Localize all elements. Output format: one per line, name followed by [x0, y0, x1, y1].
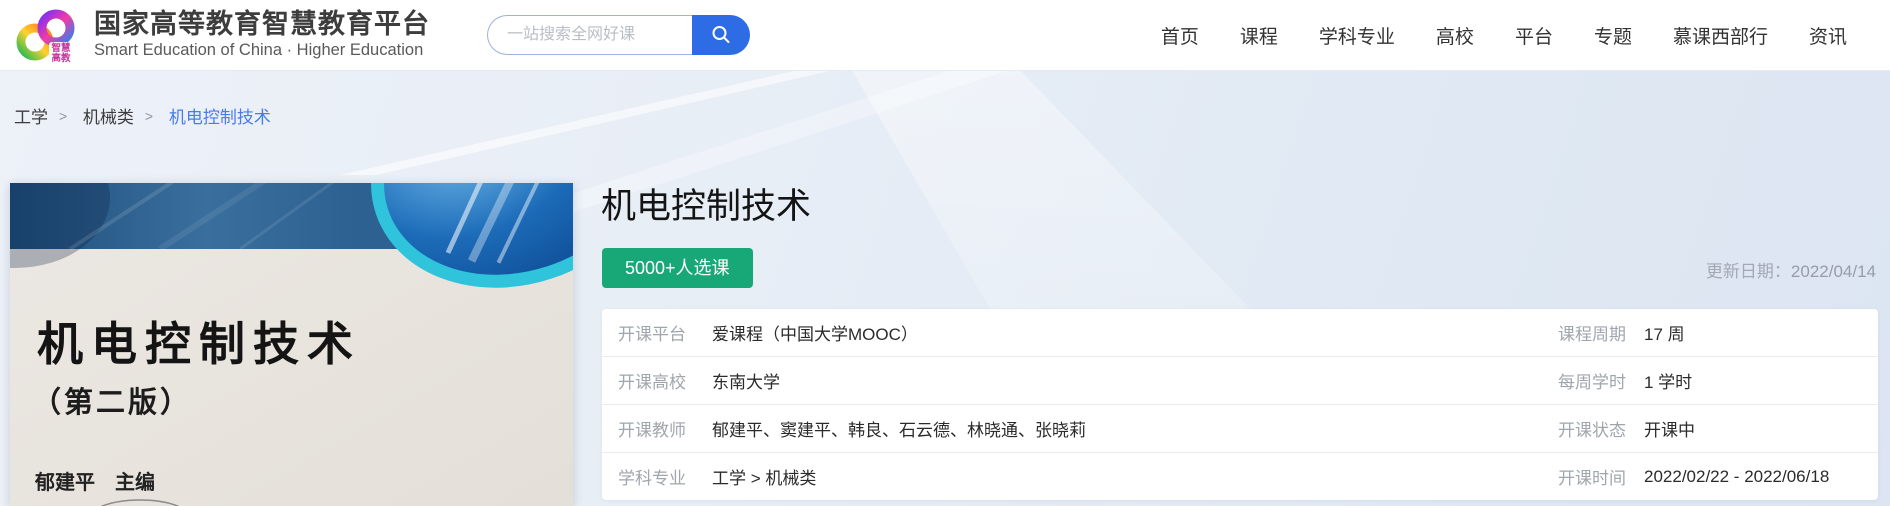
site-logo[interactable]: 智慧 高教	[13, 6, 91, 64]
cover-edition: （第二版）	[32, 379, 192, 421]
info-label: 开课高校	[618, 368, 690, 393]
nav-item[interactable]: 平台	[1515, 22, 1553, 49]
course-info-card: 开课平台 爱课程（中国大学MOOC） 课程周期 17 周 开课高校 东南大学 每…	[602, 309, 1878, 500]
info-label: 每周学时	[1558, 368, 1626, 393]
search-bar	[487, 15, 750, 55]
breadcrumb-item: 机电控制技术 >	[169, 103, 271, 128]
nav-item[interactable]: 专题	[1594, 22, 1632, 49]
cover-author: 郁建平 主编	[35, 466, 155, 495]
update-date-value: 2022/04/14	[1791, 262, 1876, 281]
logo-badge-text: 高教	[51, 52, 71, 64]
main-nav: 首页 课程 学科专业 高校 平台 专题 慕课西部行 资讯	[1161, 0, 1847, 70]
course-title: 机电控制技术	[601, 178, 811, 229]
breadcrumb-link[interactable]: 机电控制技术	[169, 103, 271, 128]
breadcrumb-item: 工学 >	[14, 103, 78, 128]
cover-title: 机电控制技术	[37, 308, 361, 374]
enroll-count-badge: 5000+人选课	[602, 248, 753, 288]
site-subtitle: Smart Education of China · Higher Educat…	[94, 40, 430, 61]
info-row: 开课平台 爱课程（中国大学MOOC） 课程周期 17 周	[602, 309, 1878, 357]
breadcrumb-link[interactable]: 机械类	[83, 103, 134, 128]
search-button[interactable]	[692, 15, 750, 55]
info-value: 东南大学	[712, 368, 1558, 393]
info-value: 爱课程（中国大学MOOC）	[712, 320, 1558, 345]
info-row: 学科专业 工学 > 机械类 开课时间 2022/02/22 - 2022/06/…	[602, 453, 1878, 500]
nav-item[interactable]: 课程	[1240, 22, 1278, 49]
info-value: 开课中	[1644, 416, 1862, 441]
info-row: 开课高校 东南大学 每周学时 1 学时	[602, 357, 1878, 405]
info-value: 1 学时	[1644, 368, 1862, 393]
info-value: 工学 > 机械类	[712, 464, 1558, 489]
breadcrumb-link[interactable]: 工学	[14, 103, 48, 128]
nav-item[interactable]: 高校	[1436, 22, 1474, 49]
info-label: 课程周期	[1558, 320, 1626, 345]
info-label: 开课教师	[618, 416, 690, 441]
info-value: 郁建平、窦建平、韩良、石云德、林晓通、张晓莉	[712, 416, 1558, 441]
info-value: 2022/02/22 - 2022/06/18	[1644, 467, 1862, 487]
nav-item[interactable]: 慕课西部行	[1673, 22, 1768, 49]
update-date: 更新日期：2022/04/14	[1706, 257, 1876, 282]
breadcrumb: 工学 > 机械类 > 机电控制技术 >	[14, 103, 271, 128]
breadcrumb-separator: >	[145, 108, 153, 124]
search-icon	[710, 24, 732, 46]
info-label: 学科专业	[618, 464, 690, 489]
update-date-label: 更新日期：	[1706, 262, 1791, 281]
nav-item[interactable]: 首页	[1161, 22, 1199, 49]
nav-item[interactable]: 学科专业	[1319, 22, 1395, 49]
nav-item[interactable]: 资讯	[1809, 22, 1847, 49]
page: 智慧 高教 国家高等教育智慧教育平台 Smart Education of Ch…	[0, 0, 1890, 506]
breadcrumb-item: 机械类 >	[83, 103, 164, 128]
search-input[interactable]	[487, 15, 692, 55]
breadcrumb-separator: >	[59, 108, 67, 124]
info-value: 17 周	[1644, 320, 1862, 345]
site-header: 智慧 高教 国家高等教育智慧教育平台 Smart Education of Ch…	[0, 0, 1890, 71]
info-label: 开课时间	[1558, 464, 1626, 489]
background-streak	[340, 70, 860, 175]
site-title: 国家高等教育智慧教育平台	[94, 9, 430, 39]
info-label: 开课平台	[618, 320, 690, 345]
info-label: 开课状态	[1558, 416, 1626, 441]
info-row: 开课教师 郁建平、窦建平、韩良、石云德、林晓通、张晓莉 开课状态 开课中	[602, 405, 1878, 453]
brand: 国家高等教育智慧教育平台 Smart Education of China · …	[94, 9, 430, 61]
logo-swirl-icon: 智慧 高教	[13, 6, 91, 64]
course-cover-image: 机电控制技术 （第二版） 郁建平 主编	[10, 183, 573, 506]
